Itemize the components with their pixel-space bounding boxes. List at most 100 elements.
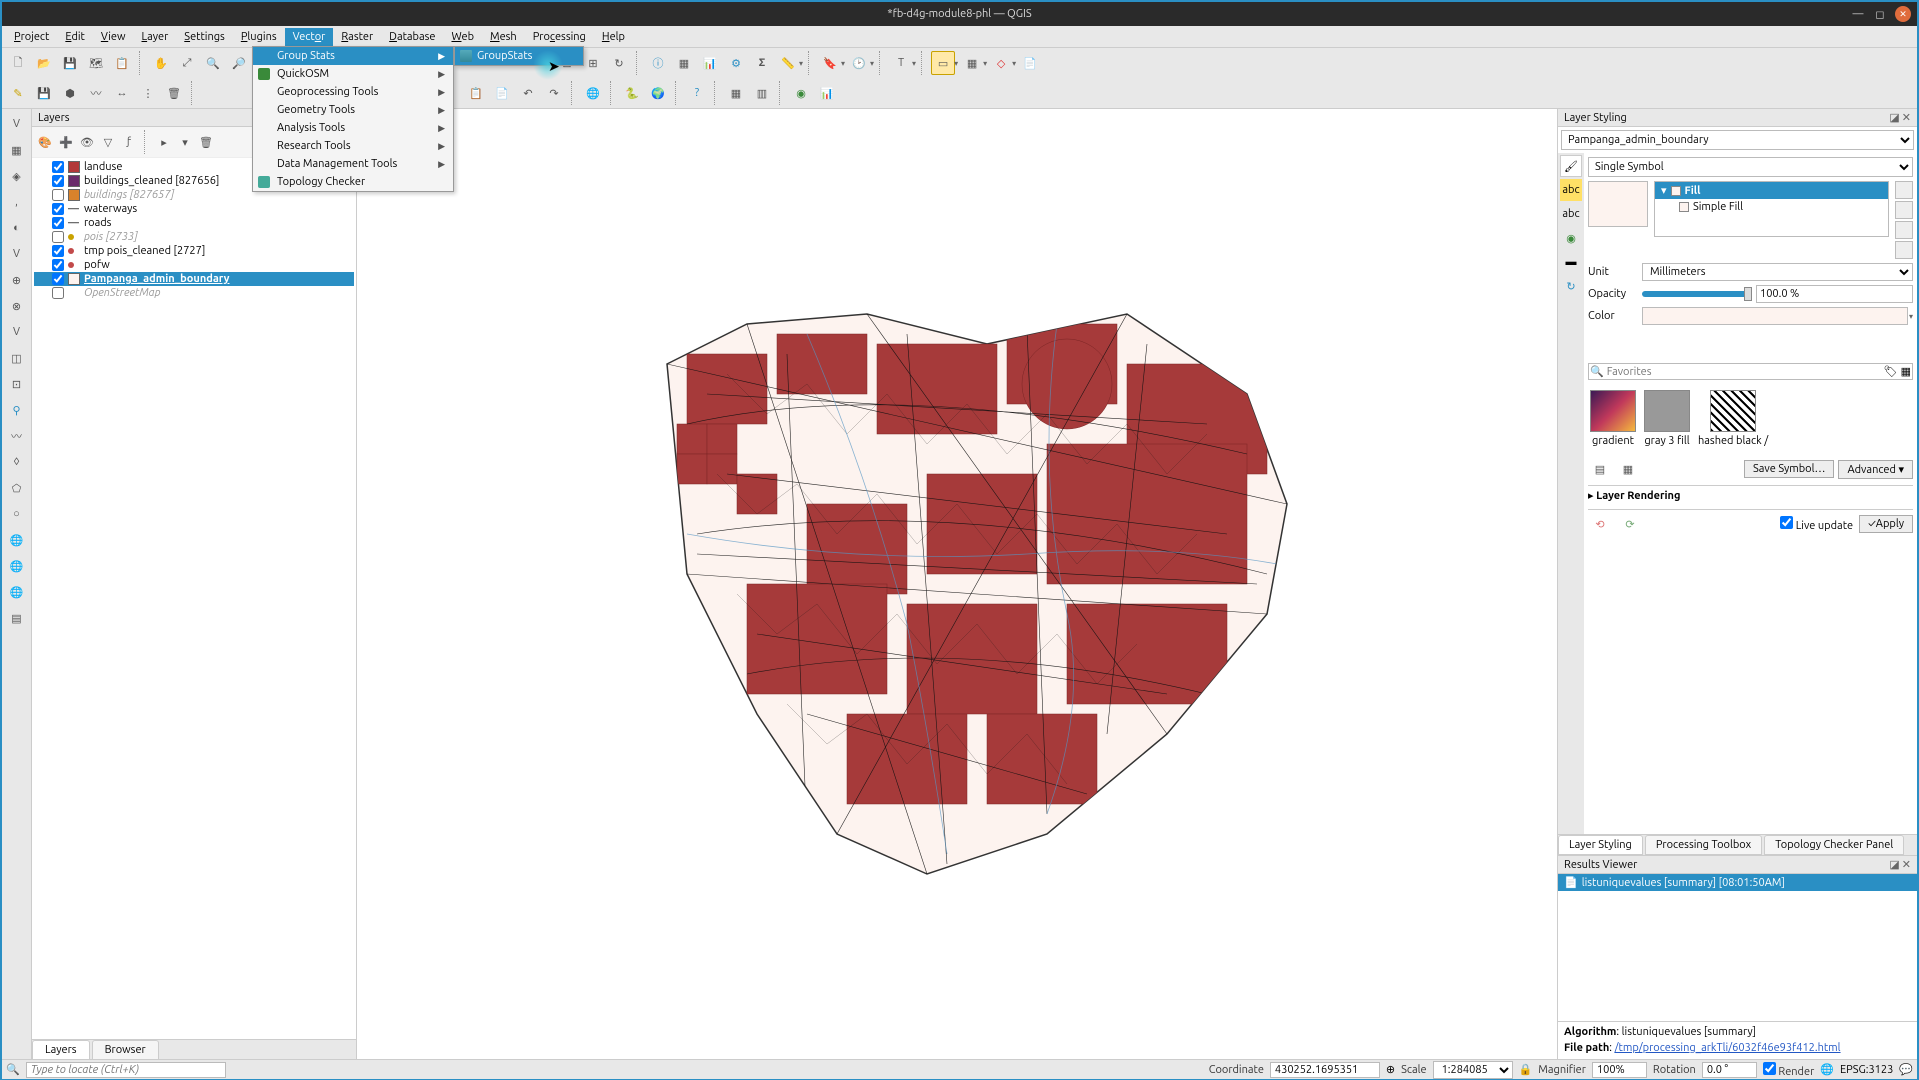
layer-filter-icon[interactable]: ▽ xyxy=(99,133,117,151)
identify-icon[interactable]: ⓘ xyxy=(646,51,670,75)
vtab-labels-icon[interactable]: abc xyxy=(1560,179,1582,201)
coord-toggle-icon[interactable]: ⊕ xyxy=(1386,1063,1395,1076)
new-memory-icon[interactable]: ⊡ xyxy=(6,373,28,395)
menu-plugins[interactable]: Plugins xyxy=(233,28,285,46)
menu-help[interactable]: Help xyxy=(594,28,633,46)
results-close-icon[interactable]: ✕ xyxy=(1902,859,1911,871)
layer-style-icon[interactable]: 🎨 xyxy=(36,133,54,151)
color-picker[interactable] xyxy=(1642,307,1908,325)
menu-item-topology-checker[interactable]: Topology Checker xyxy=(253,173,453,191)
menu-settings[interactable]: Settings xyxy=(176,28,233,46)
grid-view-icon[interactable]: ▦ xyxy=(1616,457,1640,481)
groupstats-icon[interactable]: 📊 xyxy=(815,81,839,105)
web-icon[interactable]: 🌍 xyxy=(646,81,670,105)
snapping-icon[interactable]: ⚲ xyxy=(6,399,28,421)
undo-icon[interactable]: ↶ xyxy=(516,81,540,105)
rotation-field[interactable] xyxy=(1702,1062,1757,1078)
annotation-icon[interactable]: T xyxy=(889,51,913,75)
layer-item-3[interactable]: —waterways xyxy=(34,202,354,216)
remove-symbol-layer-icon[interactable] xyxy=(1895,201,1913,219)
globe3-icon[interactable]: 🌐 xyxy=(6,581,28,603)
menu-item-research[interactable]: Research Tools▶ xyxy=(253,137,453,155)
minimize-button[interactable]: — xyxy=(1851,7,1865,21)
symbol-layer-tree[interactable]: ▾Fill Simple Fill xyxy=(1654,181,1889,237)
layer-checkbox[interactable] xyxy=(52,287,64,299)
close-button[interactable]: ✕ xyxy=(1895,6,1911,22)
styling-layer-select[interactable]: Pampanga_admin_boundary xyxy=(1561,130,1914,150)
menu-item-geoprocessing[interactable]: Geoprocessing Tools▶ xyxy=(253,83,453,101)
polygon-icon[interactable]: ⬠ xyxy=(6,477,28,499)
menu-item-group-stats[interactable]: Group Stats▶ xyxy=(253,47,453,65)
vtab-diagrams-icon[interactable]: ▬ xyxy=(1560,251,1582,273)
attribute-table-icon[interactable]: ▦ xyxy=(672,51,696,75)
favorites-search[interactable]: 🔍 🏷 ▦ xyxy=(1588,363,1913,380)
magnifier-field[interactable] xyxy=(1592,1062,1647,1078)
list-view-icon[interactable]: ▤ xyxy=(1588,457,1612,481)
menu-item-analysis[interactable]: Analysis Tools▶ xyxy=(253,119,453,137)
layer-checkbox[interactable] xyxy=(52,203,64,215)
digitize-icon[interactable]: 〰 xyxy=(84,81,108,105)
layer-expand-icon[interactable]: ▸ xyxy=(155,133,173,151)
pan-selection-icon[interactable]: ⤢ xyxy=(175,51,199,75)
swatch-gradient[interactable]: gradient xyxy=(1590,390,1636,447)
menu-project[interactable]: Project xyxy=(6,28,57,46)
toolbox-icon[interactable]: ⚙ xyxy=(724,51,748,75)
opacity-value[interactable] xyxy=(1756,285,1913,303)
select-value-icon[interactable]: ▦ xyxy=(960,51,984,75)
trace-icon[interactable]: 〰 xyxy=(6,425,28,447)
add-mesh-icon[interactable]: ◈ xyxy=(6,165,28,187)
add-symbol-layer-icon[interactable] xyxy=(1895,181,1913,199)
add-vector-icon[interactable]: V xyxy=(6,113,28,135)
add-wms-icon[interactable]: ⊕ xyxy=(6,269,28,291)
new-shapefile-icon[interactable]: V xyxy=(6,321,28,343)
deselect-icon[interactable]: ◇ xyxy=(989,51,1013,75)
layer-checkbox[interactable] xyxy=(52,189,64,201)
tab-topology-checker[interactable]: Topology Checker Panel xyxy=(1764,835,1904,855)
zoom-out-icon[interactable]: 🔎 xyxy=(227,51,251,75)
map-canvas[interactable] xyxy=(357,109,1557,1059)
layer-checkbox[interactable] xyxy=(52,245,64,257)
apply-button[interactable]: ✓Apply xyxy=(1859,515,1913,533)
layer-remove-icon[interactable]: 🗑 xyxy=(197,133,215,151)
globe-icon[interactable]: 🌐 xyxy=(6,529,28,551)
temporal-icon[interactable]: 🕑 xyxy=(847,51,871,75)
swatch-hatch[interactable]: hashed black / xyxy=(1698,390,1768,447)
paste-icon[interactable]: 📄 xyxy=(490,81,514,105)
add-raster-icon[interactable]: ▦ xyxy=(6,139,28,161)
cad-icon[interactable]: ◊ xyxy=(6,451,28,473)
menu-edit[interactable]: Edit xyxy=(57,28,93,46)
coord-field[interactable] xyxy=(1270,1062,1380,1078)
layer-item-5[interactable]: pois [2733] xyxy=(34,230,354,244)
styling-undock-icon[interactable]: ◪ xyxy=(1889,112,1899,124)
menu-layer[interactable]: Layer xyxy=(134,28,177,46)
results-item[interactable]: 📄 listuniquevalues [summary] [08:01:50AM… xyxy=(1558,874,1917,891)
tab-browser[interactable]: Browser xyxy=(92,1040,159,1059)
layer-checkbox[interactable] xyxy=(52,273,64,285)
layer-item-7[interactable]: pofw xyxy=(34,258,354,272)
refresh-icon[interactable]: ↻ xyxy=(607,51,631,75)
locator-search-icon[interactable]: 🔍 xyxy=(6,1063,20,1076)
lock-symbol-icon[interactable] xyxy=(1895,221,1913,239)
redo-icon[interactable]: ↷ xyxy=(542,81,566,105)
vtab-3d-icon[interactable]: ◉ xyxy=(1560,227,1582,249)
tab-processing-toolbox[interactable]: Processing Toolbox xyxy=(1645,835,1762,855)
vertex-tool-icon[interactable]: ⋮ xyxy=(136,81,160,105)
layer-item-6[interactable]: tmp pois_cleaned [2727] xyxy=(34,244,354,258)
layer-expression-icon[interactable]: ƒ xyxy=(120,133,138,151)
open-project-icon[interactable]: 📂 xyxy=(32,51,56,75)
delete-icon[interactable]: 🗑 xyxy=(162,81,186,105)
forward-icon[interactable]: ⟳ xyxy=(1618,512,1642,536)
crs-button[interactable]: EPSG:3123 xyxy=(1840,1064,1893,1076)
lock-icon[interactable]: 🔒 xyxy=(1519,1063,1533,1076)
swatch-gray[interactable]: gray 3 fill xyxy=(1644,390,1690,447)
layer-checkbox[interactable] xyxy=(52,161,64,173)
edit-toggle-icon[interactable]: ✎ xyxy=(6,81,30,105)
vtab-symbology-icon[interactable]: 🖌 xyxy=(1560,155,1582,177)
bookmarks-icon[interactable]: 🔖 xyxy=(818,51,842,75)
styling-close-icon[interactable]: ✕ xyxy=(1902,112,1911,124)
crs-icon[interactable]: 🌐 xyxy=(1820,1063,1834,1076)
layer-checkbox[interactable] xyxy=(52,231,64,243)
add-feature-icon[interactable]: ⬢ xyxy=(58,81,82,105)
back-icon[interactable]: ⟲ xyxy=(1588,512,1612,536)
topology-check-icon[interactable]: ▦ xyxy=(724,81,748,105)
